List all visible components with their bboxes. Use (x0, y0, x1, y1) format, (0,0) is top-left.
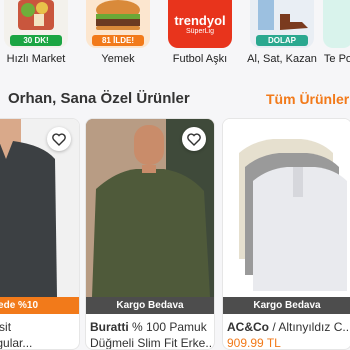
dolap-tile: DOLAP (250, 0, 314, 48)
app-screen: 30 DK! Hızlı Market 81 İLDE! Yemek trend… (0, 0, 350, 350)
product-image (223, 119, 350, 297)
shipping-strip: Kargo Bedava (86, 297, 214, 314)
shipping-strip: Kargo Bedava (223, 297, 350, 314)
product-card[interactable]: dede %10 ek Antrasit muk Regular... (0, 118, 80, 350)
category-badge: 30 DK! (10, 35, 62, 46)
product-name: Buratti % 100 Pamuk Düğmeli Slim Fit Erk… (90, 320, 215, 350)
futbol-tile: trendyol SüperLig (168, 0, 232, 48)
section-title: Orhan, Sana Özel Ürünler (8, 90, 190, 107)
category-label: Al, Sat, Kazan (247, 53, 317, 65)
category-yemek[interactable]: 81 İLDE! Yemek (77, 0, 159, 70)
favorite-heart-icon[interactable] (47, 127, 71, 151)
category-label: Hızlı Market (6, 53, 66, 65)
category-partial[interactable]: Te Po (323, 0, 350, 70)
promo-strip: dede %10 (0, 297, 79, 314)
category-label: Te Po (323, 53, 350, 65)
category-dolap[interactable]: DOLAP Al, Sat, Kazan (241, 0, 323, 70)
product-price: 909.99 TL (227, 336, 281, 350)
category-badge: 81 İLDE! (92, 35, 144, 46)
trendyol-superlig-logo: trendyol SüperLig (174, 13, 226, 35)
partial-tile (323, 0, 350, 48)
product-name: AC&Co / Altınyıldız C... 909.99 TL (227, 320, 350, 350)
category-futbol[interactable]: trendyol SüperLig Futbol Aşkı (159, 0, 241, 70)
product-card[interactable]: Kargo Bedava Buratti % 100 Pamuk Düğmeli… (85, 118, 215, 350)
category-hizli-market[interactable]: 30 DK! Hızlı Market (0, 0, 77, 70)
product-card[interactable]: Kargo Bedava AC&Co / Altınyıldız C... 90… (222, 118, 350, 350)
hizli-market-tile: 30 DK! (4, 0, 68, 48)
product-name: ek Antrasit muk Regular... (0, 320, 33, 350)
category-label: Yemek (101, 53, 135, 65)
all-products-link[interactable]: Tüm Ürünler (266, 91, 349, 107)
polo-set-image (239, 139, 347, 291)
yemek-tile: 81 İLDE! (86, 0, 150, 48)
category-label: Futbol Aşkı (172, 53, 228, 65)
category-badge: DOLAP (256, 35, 308, 46)
category-strip: 30 DK! Hızlı Market 81 İLDE! Yemek trend… (0, 0, 350, 70)
favorite-heart-icon[interactable] (182, 127, 206, 151)
